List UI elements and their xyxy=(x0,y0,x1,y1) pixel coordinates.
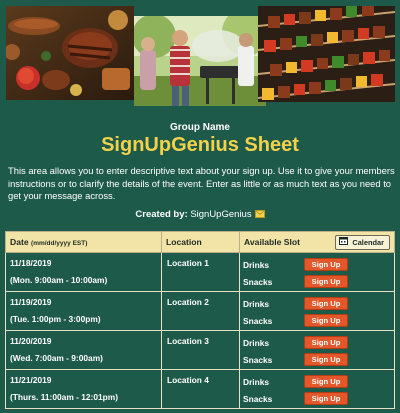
slot-cell: Drinks Sign Up Snacks Sign Up xyxy=(239,330,395,370)
slot-item: Snacks Sign Up xyxy=(243,351,394,368)
sign-up-button[interactable]: Sign Up xyxy=(304,275,348,288)
table-row: 11/19/2019 (Tue. 1:00pm - 3:00pm) Locati… xyxy=(5,291,395,331)
slot-item: Drinks Sign Up xyxy=(243,256,394,273)
slot-name: Drinks xyxy=(243,337,270,348)
location-cell: Location 3 xyxy=(161,330,240,370)
date-cell: 11/19/2019 (Tue. 1:00pm - 3:00pm) xyxy=(5,291,162,331)
slots-table: Date (mm/dd/yyyy EST) Location Available… xyxy=(5,231,395,409)
backyard-barbecue-photo xyxy=(134,16,266,106)
kebab-skewers-photo xyxy=(258,6,395,102)
location-cell: Location 1 xyxy=(161,252,240,292)
sign-up-description: This area allows you to enter descriptiv… xyxy=(8,165,395,201)
table-row: 11/20/2019 (Wed. 7:00am - 9:00am) Locati… xyxy=(5,330,395,370)
sign-up-button[interactable]: Sign Up xyxy=(304,258,348,271)
table-row: 11/18/2019 (Mon. 9:00am - 10:00am) Locat… xyxy=(5,252,395,292)
sign-up-button[interactable]: Sign Up xyxy=(304,297,348,310)
slot-item: Drinks Sign Up xyxy=(243,295,394,312)
date-format-hint: (mm/dd/yyyy EST) xyxy=(31,240,88,247)
slot-item: Snacks Sign Up xyxy=(243,273,394,290)
sign-up-button[interactable]: Sign Up xyxy=(304,375,348,388)
slot-date: 11/18/2019 xyxy=(10,258,52,268)
slot-name: Drinks xyxy=(243,259,270,270)
slot-name: Snacks xyxy=(243,354,273,365)
envelope-icon[interactable] xyxy=(254,210,265,221)
slot-name: Snacks xyxy=(243,276,273,287)
slot-time: (Thurs. 11:00am - 12:01pm) xyxy=(10,392,118,402)
date-cell: 11/20/2019 (Wed. 7:00am - 9:00am) xyxy=(5,330,162,370)
sign-up-button[interactable]: Sign Up xyxy=(304,353,348,366)
slot-name: Snacks xyxy=(243,393,273,404)
sign-up-button[interactable]: Sign Up xyxy=(304,314,348,327)
slot-cell: Drinks Sign Up Snacks Sign Up xyxy=(239,291,395,331)
created-by: Created by: SignUpGenius xyxy=(0,209,400,221)
slot-name: Drinks xyxy=(243,376,270,387)
slot-date: 11/19/2019 xyxy=(10,297,52,307)
slot-name: Snacks xyxy=(243,315,273,326)
date-column-header: Date (mm/dd/yyyy EST) xyxy=(5,231,162,253)
banner xyxy=(0,0,400,112)
slot-item: Snacks Sign Up xyxy=(243,390,394,407)
location-column-header: Location xyxy=(161,231,240,253)
slot-item: Drinks Sign Up xyxy=(243,334,394,351)
grilled-meats-photo xyxy=(6,6,134,100)
slot-item: Snacks Sign Up xyxy=(243,312,394,329)
calendar-icon xyxy=(339,237,349,247)
sign-up-button[interactable]: Sign Up xyxy=(304,392,348,405)
calendar-button[interactable]: Calendar xyxy=(335,234,390,250)
date-cell: 11/18/2019 (Mon. 9:00am - 10:00am) xyxy=(5,252,162,292)
table-row: 11/21/2019 (Thurs. 11:00am - 12:01pm) Lo… xyxy=(5,369,395,409)
slot-column-header: Available Slot Calendar xyxy=(239,231,395,253)
created-by-name: SignUpGenius xyxy=(190,209,252,220)
date-cell: 11/21/2019 (Thurs. 11:00am - 12:01pm) xyxy=(5,369,162,409)
slot-cell: Drinks Sign Up Snacks Sign Up xyxy=(239,252,395,292)
sign-up-button[interactable]: Sign Up xyxy=(304,336,348,349)
slot-date: 11/20/2019 xyxy=(10,336,52,346)
slot-name: Drinks xyxy=(243,298,270,309)
slot-cell: Drinks Sign Up Snacks Sign Up xyxy=(239,369,395,409)
table-header-row: Date (mm/dd/yyyy EST) Location Available… xyxy=(5,231,395,253)
location-cell: Location 2 xyxy=(161,291,240,331)
group-name: Group Name xyxy=(169,122,230,133)
slot-time: (Tue. 1:00pm - 3:00pm) xyxy=(10,314,101,324)
slot-time: (Mon. 9:00am - 10:00am) xyxy=(10,275,108,285)
slot-time: (Wed. 7:00am - 9:00am) xyxy=(10,353,103,363)
slot-item: Drinks Sign Up xyxy=(243,373,394,390)
slot-date: 11/21/2019 xyxy=(10,375,52,385)
created-by-label: Created by: xyxy=(135,209,188,220)
location-cell: Location 4 xyxy=(161,369,240,409)
page-title: SignUpGenius Sheet xyxy=(101,134,299,156)
